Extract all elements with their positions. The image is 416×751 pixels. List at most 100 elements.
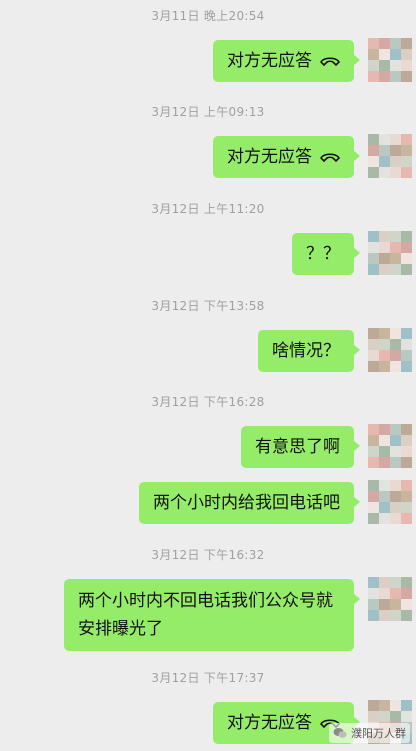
avatar-mosaic-tile: [379, 134, 390, 145]
message-bubble[interactable]: ？？: [292, 233, 360, 275]
avatar-mosaic-tile: [390, 339, 401, 350]
avatar-mosaic-tile: [368, 242, 379, 253]
avatar-mosaic-tile: [379, 242, 390, 253]
message-bubble[interactable]: 啥情况？: [258, 330, 360, 372]
avatar-mosaic-tile: [390, 60, 401, 71]
avatar-mosaic-tile: [368, 167, 379, 178]
avatar-mosaic-tile: [401, 711, 412, 722]
avatar-mosaic-tile: [379, 480, 390, 491]
timestamp: 3月11日 晚上20:54: [151, 9, 265, 23]
timestamp: 3月12日 上午11:20: [151, 202, 265, 216]
avatar[interactable]: [368, 577, 412, 621]
avatar-mosaic-tile: [390, 253, 401, 264]
avatar-mosaic-tile: [368, 38, 379, 49]
avatar-mosaic-tile: [401, 264, 412, 275]
avatar-mosaic-tile: [368, 480, 379, 491]
avatar-mosaic-tile: [379, 610, 390, 621]
avatar-mosaic-tile: [390, 49, 401, 60]
avatar-mosaic-tile: [368, 700, 379, 711]
avatar-mosaic-tile: [390, 231, 401, 242]
avatar-mosaic-tile: [401, 446, 412, 457]
avatar-mosaic-tile: [379, 350, 390, 361]
avatar-mosaic-tile: [390, 134, 401, 145]
avatar-mosaic-tile: [368, 253, 379, 264]
avatar-mosaic-tile: [390, 513, 401, 524]
message-bubble[interactable]: 两个小时内不回电话我们公众号就安排曝光了: [64, 579, 360, 651]
avatar-mosaic-tile: [368, 71, 379, 82]
avatar-mosaic-tile: [401, 350, 412, 361]
call-record-bubble[interactable]: 对方无应答: [213, 136, 360, 178]
phone-hangup-icon: [320, 57, 340, 67]
avatar-mosaic-tile: [401, 361, 412, 372]
timestamp: 3月12日 下午16:32: [151, 548, 265, 562]
avatar-mosaic-tile: [379, 156, 390, 167]
avatar-mosaic-tile: [390, 599, 401, 610]
avatar-mosaic-tile: [390, 480, 401, 491]
avatar-mosaic-tile: [379, 577, 390, 588]
avatar-mosaic-tile: [379, 361, 390, 372]
avatar-mosaic-tile: [368, 599, 379, 610]
avatar-mosaic-tile: [379, 424, 390, 435]
message-text: 有意思了啊: [255, 437, 340, 457]
avatar-mosaic-tile: [401, 38, 412, 49]
avatar[interactable]: [368, 38, 412, 82]
avatar-mosaic-tile: [379, 599, 390, 610]
avatar-mosaic-tile: [390, 71, 401, 82]
avatar-mosaic-tile: [401, 491, 412, 502]
avatar-mosaic-tile: [379, 49, 390, 60]
avatar-mosaic-tile: [401, 610, 412, 621]
avatar-mosaic-tile: [379, 700, 390, 711]
avatar-mosaic-tile: [368, 610, 379, 621]
avatar-mosaic-tile: [368, 231, 379, 242]
message-bubble[interactable]: 两个小时内给我回电话吧: [139, 482, 360, 524]
watermark: 濮阳万人群: [329, 723, 410, 743]
avatar-mosaic-tile: [390, 491, 401, 502]
avatar-mosaic-tile: [390, 242, 401, 253]
avatar-mosaic-tile: [390, 588, 401, 599]
avatar-mosaic-tile: [390, 167, 401, 178]
avatar-mosaic-tile: [401, 339, 412, 350]
avatar[interactable]: [368, 328, 412, 372]
avatar-mosaic-tile: [379, 435, 390, 446]
watermark-text: 濮阳万人群: [351, 727, 406, 740]
avatar-mosaic-tile: [379, 71, 390, 82]
avatar-mosaic-tile: [379, 167, 390, 178]
avatar-mosaic-tile: [401, 599, 412, 610]
avatar-mosaic-tile: [379, 588, 390, 599]
avatar-mosaic-tile: [390, 446, 401, 457]
avatar-mosaic-tile: [368, 361, 379, 372]
avatar-mosaic-tile: [401, 156, 412, 167]
avatar-mosaic-tile: [379, 60, 390, 71]
avatar-mosaic-tile: [368, 435, 379, 446]
avatar-mosaic-tile: [401, 167, 412, 178]
avatar[interactable]: [368, 231, 412, 275]
avatar-mosaic-tile: [401, 435, 412, 446]
avatar-mosaic-tile: [390, 145, 401, 156]
avatar-mosaic-tile: [368, 328, 379, 339]
avatar[interactable]: [368, 480, 412, 524]
avatar-mosaic-tile: [401, 253, 412, 264]
avatar[interactable]: [368, 134, 412, 178]
avatar-mosaic-tile: [368, 49, 379, 60]
avatar-mosaic-tile: [401, 49, 412, 60]
avatar-mosaic-tile: [401, 577, 412, 588]
call-record-bubble[interactable]: 对方无应答: [213, 40, 360, 82]
avatar-mosaic-tile: [379, 328, 390, 339]
avatar-mosaic-tile: [401, 231, 412, 242]
avatar-mosaic-tile: [401, 145, 412, 156]
avatar-mosaic-tile: [390, 350, 401, 361]
avatar-mosaic-tile: [390, 577, 401, 588]
avatar-mosaic-tile: [379, 253, 390, 264]
avatar-mosaic-tile: [368, 264, 379, 275]
wechat-icon: [333, 728, 347, 738]
timestamp: 3月12日 下午17:37: [151, 671, 265, 685]
message-text: ？？: [306, 244, 340, 264]
message-bubble[interactable]: 有意思了啊: [241, 426, 360, 468]
avatar-mosaic-tile: [390, 700, 401, 711]
avatar-mosaic-tile: [379, 457, 390, 468]
avatar-mosaic-tile: [379, 38, 390, 49]
avatar[interactable]: [368, 424, 412, 468]
avatar-mosaic-tile: [390, 610, 401, 621]
avatar-mosaic-tile: [379, 502, 390, 513]
avatar-mosaic-tile: [368, 350, 379, 361]
